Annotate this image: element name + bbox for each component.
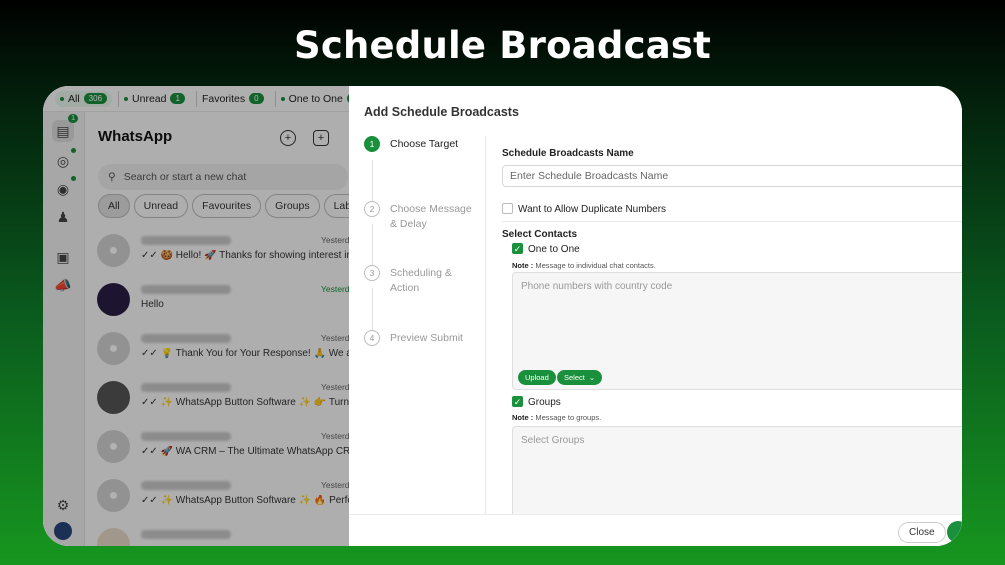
one-to-one-label: One to One: [528, 244, 580, 255]
step-number: 2: [364, 201, 380, 217]
add-schedule-broadcast-modal: Add Schedule Broadcasts 1 Choose Target …: [349, 86, 962, 546]
step-connector: [372, 160, 373, 202]
note-text: Message to groups.: [535, 413, 602, 422]
section-divider: [502, 221, 962, 222]
phone-numbers-placeholder: Phone numbers with country code: [521, 281, 673, 292]
steps-divider: [485, 136, 486, 516]
broadcast-name-input[interactable]: Enter Schedule Broadcasts Name: [502, 165, 962, 187]
step-label: Scheduling & Action: [390, 267, 452, 294]
step-number: 1: [364, 136, 380, 152]
step-number: 3: [364, 265, 380, 281]
step-label: Choose Target: [390, 138, 459, 150]
step-connector: [372, 224, 373, 266]
groups-label: Groups: [528, 397, 561, 408]
modal-backdrop[interactable]: [43, 86, 349, 546]
groups-note: Note : Message to groups.: [512, 413, 601, 422]
one-to-one-checkbox[interactable]: ✓: [512, 243, 523, 254]
whatsapp-panel: All 306 Unread 1 Favorites 0 One to One …: [43, 86, 387, 546]
select-contacts-label: Select Contacts: [502, 229, 578, 240]
select-label: Select: [564, 373, 585, 382]
select-groups-placeholder: Select Groups: [521, 435, 585, 446]
app-window: All 306 Unread 1 Favorites 0 One to One …: [43, 86, 962, 546]
upload-label: Upload: [525, 373, 549, 382]
step-connector: [372, 288, 373, 330]
step-number: 4: [364, 330, 380, 346]
note-text: Message to individual chat contacts.: [535, 261, 656, 270]
next-button[interactable]: [947, 521, 962, 543]
allow-duplicates-label: Want to Allow Duplicate Numbers: [518, 204, 667, 215]
note-key: Note :: [512, 413, 534, 422]
name-label: Schedule Broadcasts Name: [502, 148, 634, 159]
select-groups-field[interactable]: Select Groups: [512, 426, 962, 526]
groups-checkbox[interactable]: ✓: [512, 396, 523, 407]
modal-footer: Close: [349, 514, 962, 546]
chevron-down-icon: ⌄: [588, 373, 596, 382]
modal-title: Add Schedule Broadcasts: [364, 105, 519, 119]
note-key: Note :: [512, 261, 534, 270]
allow-duplicates-checkbox[interactable]: [502, 203, 513, 214]
one-to-one-note: Note : Message to individual chat contac…: [512, 261, 656, 270]
step-label: Choose Message & Delay: [390, 203, 472, 230]
close-button[interactable]: Close: [898, 522, 946, 543]
page-title: Schedule Broadcast: [293, 24, 712, 67]
step-label: Preview Submit: [390, 332, 463, 344]
upload-button[interactable]: Upload: [518, 370, 556, 385]
select-button[interactable]: Select ⌄: [557, 370, 603, 385]
